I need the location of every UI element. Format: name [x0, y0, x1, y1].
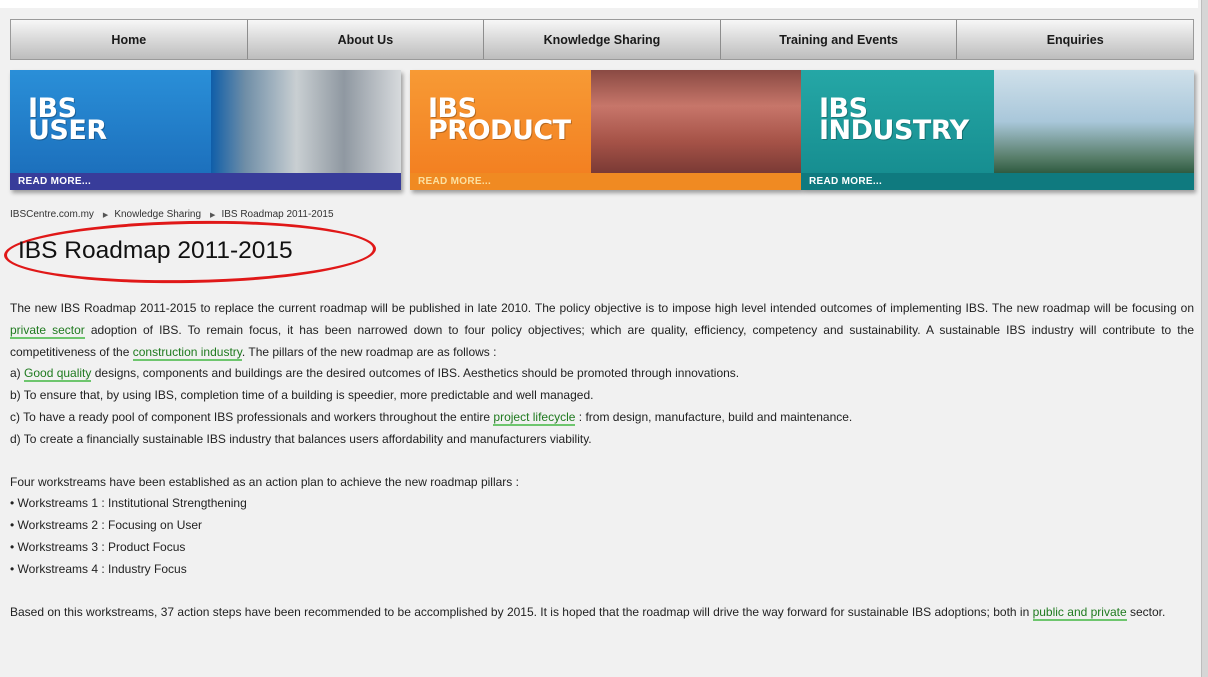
- banner-title-line2: USER: [28, 115, 107, 146]
- closing-text-2: sector.: [1126, 604, 1166, 619]
- breadcrumb-home[interactable]: IBSCentre.com.my: [10, 209, 94, 220]
- banner-photo-workers: [211, 70, 401, 173]
- banner-title-line2: PRODUCT: [428, 115, 571, 146]
- closing-text-1: Based on this workstreams, 37 action ste…: [10, 604, 1033, 619]
- nav-enquiries[interactable]: Enquiries: [957, 20, 1193, 59]
- list-item: • Workstreams 3 : Product Focus: [10, 539, 186, 554]
- banner-ibs-industry[interactable]: IBS INDUSTRY READ MORE...: [801, 70, 1194, 190]
- article-body: The new IBS Roadmap 2011-2015 to replace…: [10, 298, 1194, 623]
- banner-title: IBS PRODUCT: [428, 95, 571, 146]
- page: Home About Us Knowledge Sharing Training…: [3, 0, 1194, 677]
- main-nav: Home About Us Knowledge Sharing Training…: [10, 19, 1194, 60]
- pillar-a-prefix: a): [10, 366, 25, 381]
- breadcrumb-knowledge-sharing[interactable]: Knowledge Sharing: [114, 209, 201, 220]
- list-item: • Workstreams 4 : Industry Focus: [10, 561, 187, 576]
- read-more-b: MORE...: [841, 176, 883, 187]
- nav-home[interactable]: Home: [11, 20, 248, 59]
- banner-photo-crane: [591, 70, 801, 173]
- pillar-c-prefix: c) To have a ready pool of component IBS…: [10, 409, 494, 424]
- pillar-b: b) To ensure that, by using IBS, complet…: [10, 388, 594, 403]
- pillar-c: c) To have a ready pool of component IBS…: [10, 407, 1194, 429]
- read-more-a: READ: [18, 176, 51, 187]
- read-more-a: READ: [418, 176, 451, 187]
- intro-text-1: The new IBS Roadmap 2011-2015 to replace…: [10, 301, 1194, 315]
- chevron-right-icon: ▶: [210, 211, 216, 219]
- link-project-lifecycle[interactable]: project lifecycle: [493, 409, 576, 426]
- link-construction-industry[interactable]: construction industry: [132, 344, 242, 361]
- link-good-quality[interactable]: Good quality: [24, 366, 92, 383]
- read-more-link[interactable]: READ MORE...: [410, 173, 801, 190]
- read-more-b: MORE...: [450, 176, 492, 187]
- read-more-b: MORE...: [50, 176, 92, 187]
- banner-ibs-product[interactable]: IBS PRODUCT READ MORE...: [410, 70, 801, 190]
- nav-knowledge-sharing[interactable]: Knowledge Sharing: [484, 20, 721, 59]
- chevron-right-icon: ▶: [102, 211, 109, 219]
- banner-ibs-user[interactable]: IBS USER READ MORE...: [10, 70, 401, 190]
- banner-title: IBS USER: [28, 95, 107, 146]
- pillar-a: a) Good quality designs, components and …: [10, 363, 1194, 385]
- breadcrumb-current: IBS Roadmap 2011-2015: [221, 209, 334, 220]
- pillar-d: d) To create a financially sustainable I…: [10, 431, 592, 446]
- pillar-a-text: designs, components and buildings are th…: [91, 366, 740, 381]
- breadcrumb: IBSCentre.com.my ▶ Knowledge Sharing ▶ I…: [10, 209, 334, 220]
- banner-photo-skyline: [994, 70, 1194, 173]
- link-public-and-private[interactable]: public and private: [1032, 604, 1127, 621]
- pillar-c-text: : from design, manufacture, build and ma…: [575, 409, 853, 424]
- intro-text-3: . The pillars of the new roadmap are as …: [241, 344, 497, 359]
- read-more-a: READ: [809, 176, 842, 187]
- intro-paragraph: The new IBS Roadmap 2011-2015 to replace…: [10, 298, 1194, 363]
- link-private-sector[interactable]: private sector: [10, 322, 85, 339]
- nav-training-events[interactable]: Training and Events: [720, 20, 958, 59]
- read-more-link[interactable]: READ MORE...: [801, 173, 1194, 190]
- workstreams-intro: Four workstreams have been established a…: [10, 474, 519, 489]
- read-more-link[interactable]: READ MORE...: [10, 173, 401, 190]
- closing-paragraph: Based on this workstreams, 37 action ste…: [10, 602, 1194, 624]
- list-item: • Workstreams 2 : Focusing on User: [10, 518, 203, 533]
- banner-title: IBS INDUSTRY: [819, 95, 969, 146]
- banner-row: IBS USER READ MORE... IBS PRODUCT READ M…: [10, 70, 1194, 194]
- list-item: • Workstreams 1 : Institutional Strength…: [10, 496, 247, 511]
- nav-about-us[interactable]: About Us: [247, 20, 485, 59]
- scrollbar[interactable]: [1201, 0, 1208, 677]
- page-title: IBS Roadmap 2011-2015: [18, 237, 293, 264]
- banner-title-line2: INDUSTRY: [819, 115, 969, 146]
